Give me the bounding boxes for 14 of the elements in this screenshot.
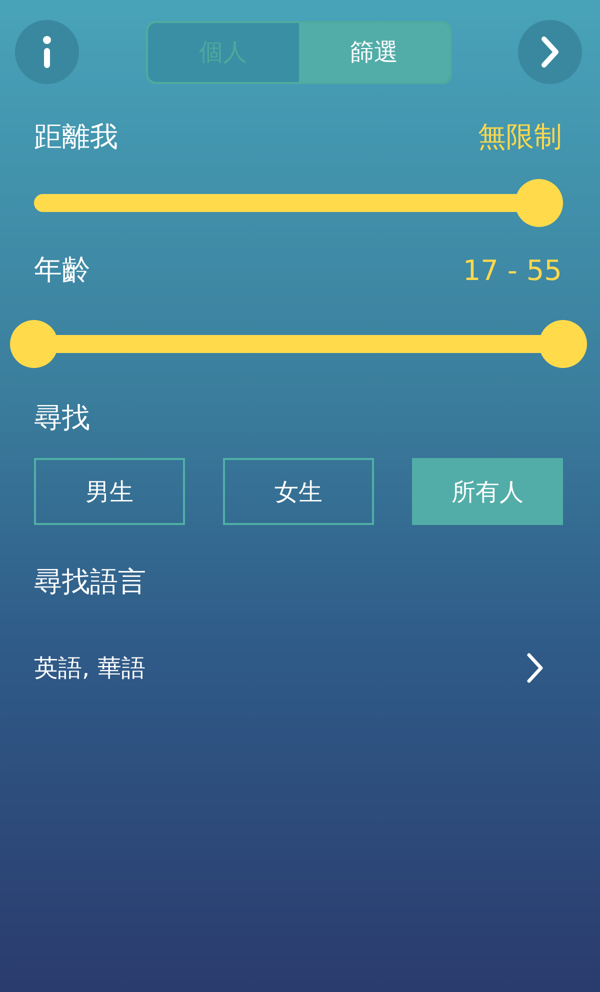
chevron-right-icon [540,35,560,69]
gender-option[interactable]: 女生 [223,458,374,525]
age-value: 17 - 55 [462,254,562,286]
distance-value: 無限制 [478,119,562,155]
looking-for-label: 尋找 [34,400,90,436]
age-range-slider[interactable] [10,320,587,368]
languages-value[interactable]: 英語, 華語 [34,652,146,684]
languages-label: 尋找語言 [34,564,146,600]
distance-label: 距離我 [34,119,118,155]
distance-slider[interactable] [34,179,563,227]
info-icon [41,35,53,69]
age-label: 年齡 [34,252,90,288]
chevron-right-icon[interactable] [524,651,546,685]
gender-option[interactable]: 男生 [34,458,185,525]
